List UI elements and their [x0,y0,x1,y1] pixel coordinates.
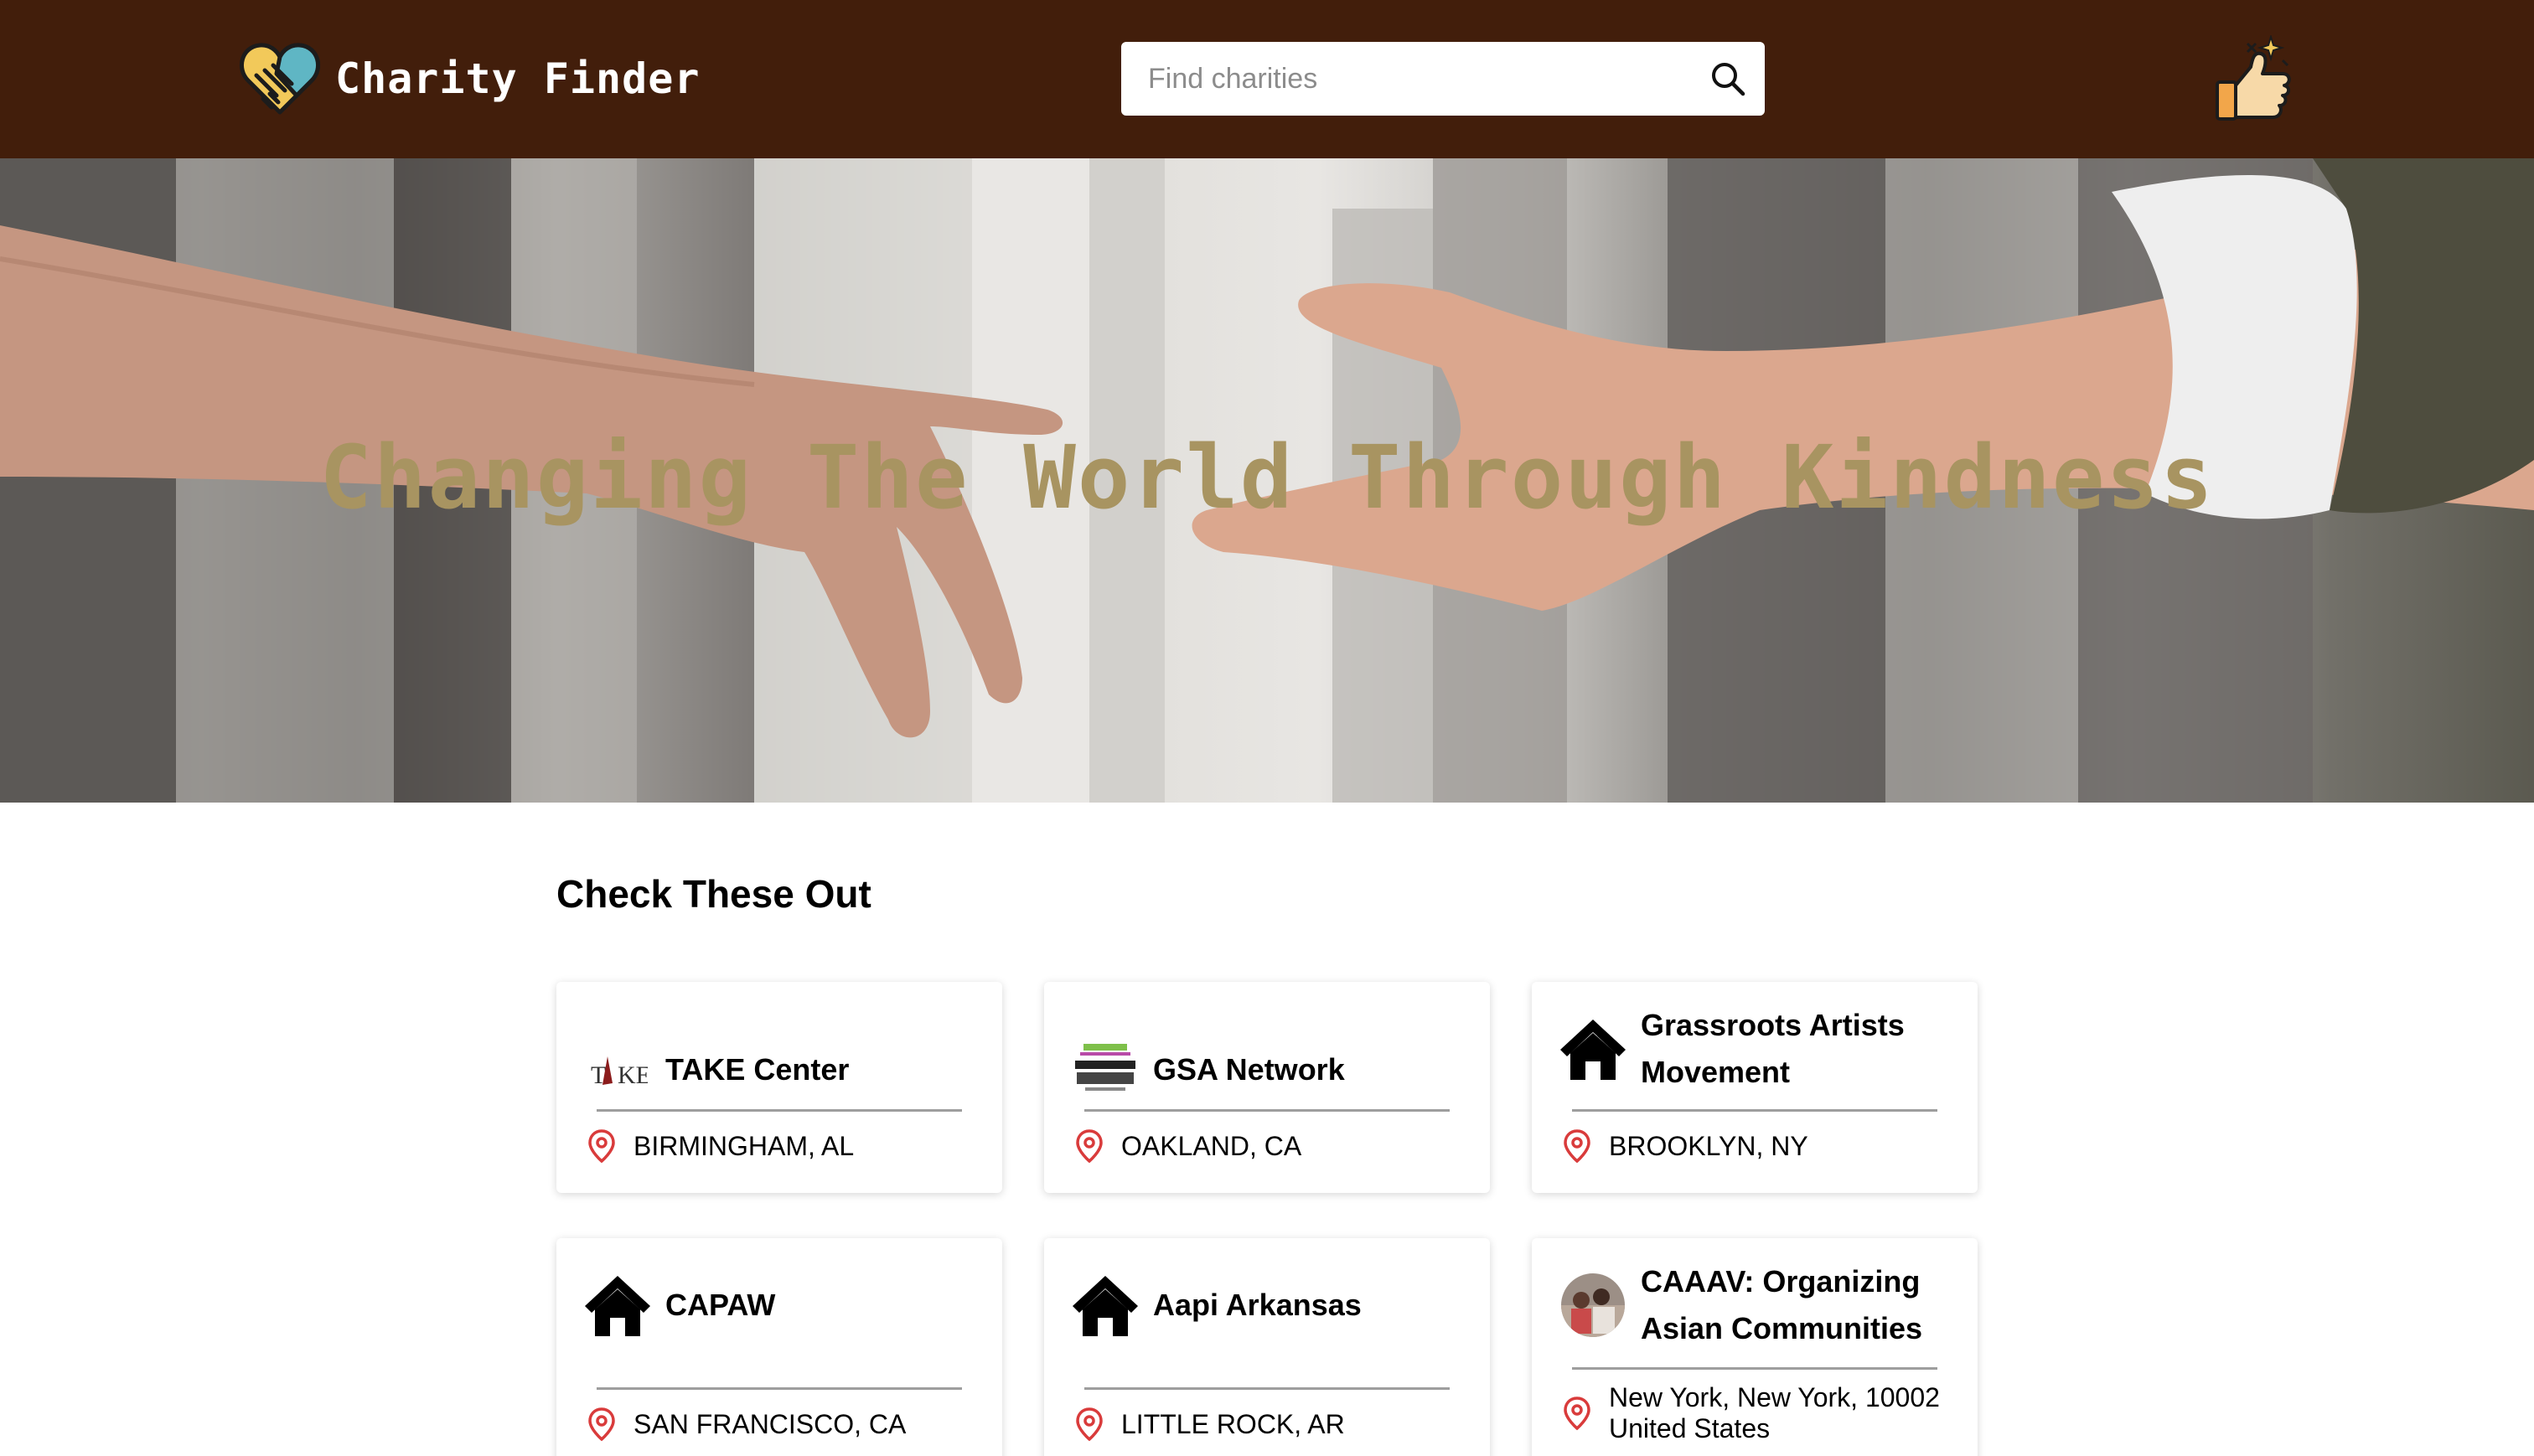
location-pin-icon [1564,1129,1590,1164]
card-header: Aapi Arkansas [1071,1258,1470,1352]
charity-name: CAAAV: Organizing Asian Communities [1641,1264,1923,1345]
house-icon [1559,1015,1627,1083]
house-icon [1071,1271,1140,1340]
card-header: CAAAV: Organizing Asian Communities [1559,1258,1957,1352]
hero-title: Changing The World Through Kindness [319,426,2215,529]
take-center-logo: T KE [583,1035,652,1104]
charity-name: CAPAW [665,1288,776,1322]
card-header: GSA Network [1071,1035,1470,1104]
divider [1572,1367,1937,1370]
brand[interactable]: Charity Finder [238,35,700,122]
charity-card-take-center[interactable]: T KE TAKE Center BIRMINGHAM, AL [556,982,1002,1193]
thumbs-up-sparkle-icon[interactable] [2212,35,2296,124]
caaav-avatar [1559,1271,1627,1340]
charity-location: LITTLE ROCK, AR [1121,1408,1345,1439]
search-button[interactable] [1691,42,1765,116]
svg-text:KE: KE [618,1061,648,1088]
charity-name: Aapi Arkansas [1153,1288,1362,1322]
charity-card-aapi-arkansas[interactable]: Aapi Arkansas LITTLE ROCK, AR [1044,1238,1490,1456]
app-name: Charity Finder [335,54,701,103]
charity-name: Grassroots Artists Movement [1641,1008,1905,1089]
divider [1084,1387,1450,1390]
card-header: Grassroots Artists Movement [1559,1002,1957,1096]
charity-card-capaw[interactable]: CAPAW SAN FRANCISCO, CA [556,1238,1002,1456]
hero-banner: Changing The World Through Kindness [0,158,2534,803]
card-location: BIRMINGHAM, AL [583,1128,982,1164]
card-header: T KE TAKE Center [583,1035,982,1104]
card-location: OAKLAND, CA [1071,1128,1470,1164]
divider [1084,1109,1450,1112]
charity-location: SAN FRANCISCO, CA [634,1408,907,1439]
search-bar [1121,42,1765,116]
card-location: LITTLE ROCK, AR [1071,1406,1470,1443]
divider [597,1387,962,1390]
location-pin-icon [588,1407,615,1442]
charity-location: BIRMINGHAM, AL [634,1130,855,1161]
card-location: BROOKLYN, NY [1559,1128,1957,1164]
charity-name: TAKE Center [665,1052,850,1087]
charity-card-grassroots-artists-movement[interactable]: Grassroots Artists Movement BROOKLYN, NY [1532,982,1978,1193]
charity-name: GSA Network [1153,1052,1345,1087]
top-navbar: Charity Finder [0,0,2534,158]
card-header: CAPAW [583,1258,982,1352]
house-icon [583,1271,652,1340]
location-pin-icon [1076,1129,1103,1164]
location-pin-icon [588,1129,615,1164]
card-location: New York, New York, 10002 United States [1559,1382,1957,1444]
location-pin-icon [1564,1397,1590,1431]
card-location: SAN FRANCISCO, CA [583,1406,982,1443]
divider [1572,1109,1937,1112]
divider [597,1109,962,1112]
search-input[interactable] [1121,42,1691,116]
charity-card-caaav[interactable]: CAAAV: Organizing Asian Communities New … [1532,1238,1978,1456]
charity-card-gsa-network[interactable]: GSA Network OAKLAND, CA [1044,982,1490,1193]
search-icon [1712,63,1745,96]
location-pin-icon [1076,1407,1103,1442]
heart-handshake-icon [240,43,320,115]
charity-location: OAKLAND, CA [1121,1130,1302,1161]
gsa-network-logo [1071,1035,1140,1104]
section-title: Check These Out [556,872,871,916]
charity-location: BROOKLYN, NY [1609,1130,1808,1161]
charity-location: New York, New York, 10002 United States [1609,1382,1940,1443]
